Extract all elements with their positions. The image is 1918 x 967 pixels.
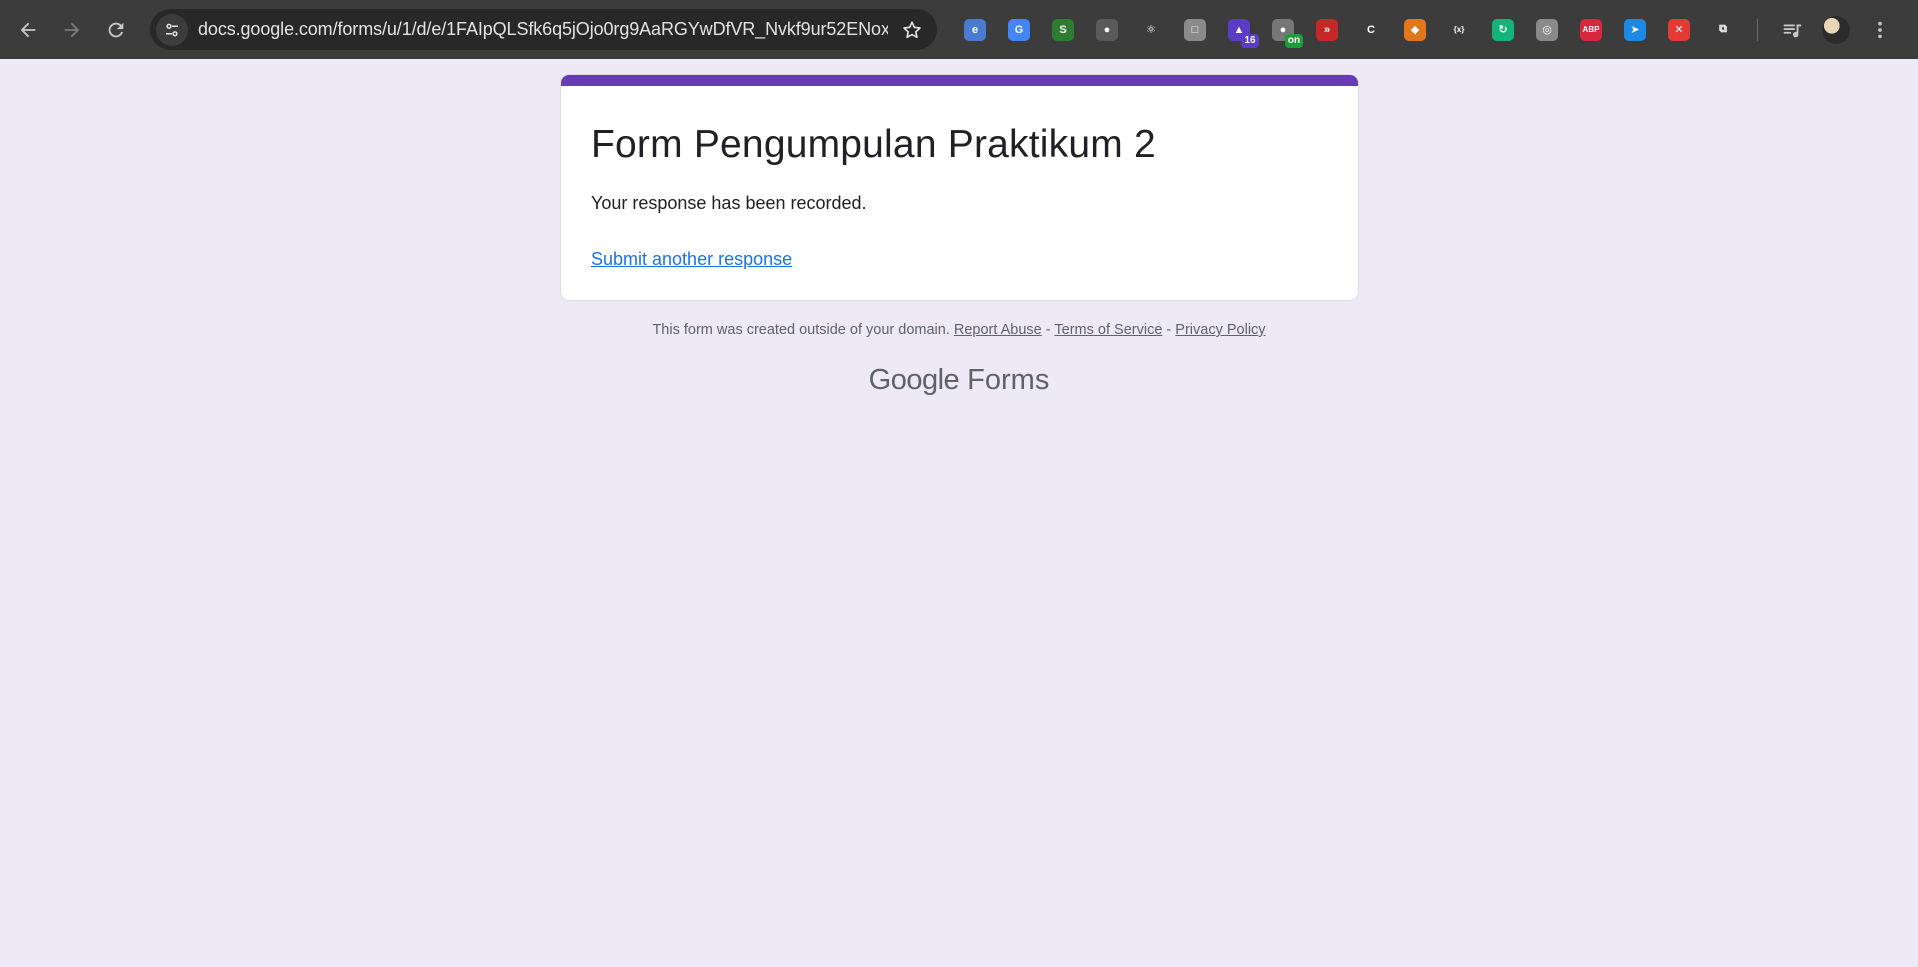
browser-menu-button[interactable] — [1858, 8, 1902, 52]
extension-green-refresh-icon: ↻ — [1492, 18, 1514, 41]
extension-toggle-button[interactable]: ● on — [1261, 8, 1305, 52]
puzzle-piece-icon: ⧉ — [1712, 18, 1734, 41]
extension-red-forward-button[interactable]: » — [1305, 8, 1349, 52]
extension-spy-icon: ● — [1096, 18, 1118, 41]
bookmark-star-button[interactable] — [899, 17, 925, 43]
extensions-bar: e G S ● ⚛ □ ▲ 16 ● on » C ◆ {x} ↻ ◎ ABP ➤ ✕ ⧉ — [953, 0, 1902, 59]
avatar — [1822, 15, 1850, 44]
media-controls-button[interactable] — [1770, 8, 1814, 52]
globe-icon: ◎ — [1536, 18, 1558, 41]
google-translate-icon: G — [1008, 18, 1030, 41]
more-vert-icon — [1878, 21, 1882, 38]
queue-music-icon — [1783, 24, 1802, 37]
forms-wordmark: Forms — [967, 364, 1050, 396]
extension-badge: 16 — [1241, 33, 1259, 48]
google-translate-button[interactable]: G — [997, 8, 1041, 52]
extension-blue-share-icon: ➤ — [1624, 18, 1646, 41]
globe-button[interactable]: ◎ — [1525, 8, 1569, 52]
extension-green-swirl-button[interactable]: S — [1041, 8, 1085, 52]
extension-gray-card-button[interactable]: □ — [1173, 8, 1217, 52]
reload-icon — [108, 22, 124, 37]
extension-e-button[interactable]: e — [953, 8, 997, 52]
extension-red-block-icon: ✕ — [1668, 18, 1690, 41]
tune-icon — [166, 23, 178, 36]
arrow-left-icon — [20, 22, 36, 37]
adblock-plus-icon: ABP — [1580, 18, 1602, 41]
extension-badge: on — [1285, 33, 1303, 48]
forward-button[interactable] — [50, 8, 94, 52]
react-devtools-button[interactable]: ⚛ — [1129, 8, 1173, 52]
toolbar-divider — [1757, 18, 1758, 41]
star-icon — [903, 21, 921, 39]
extension-blue-share-button[interactable]: ➤ — [1613, 8, 1657, 52]
footer-note: This form was created outside of your do… — [0, 322, 1918, 338]
card-accent-bar — [561, 75, 1358, 86]
reload-button[interactable] — [94, 8, 138, 52]
extension-c-button[interactable]: C — [1349, 8, 1393, 52]
domain-note: This form was created outside of your do… — [652, 322, 950, 338]
confirmation-card: Form Pengumpulan Praktikum 2 Your respon… — [560, 74, 1359, 301]
extension-green-swirl-icon: S — [1052, 18, 1074, 41]
extension-green-refresh-button[interactable]: ↻ — [1481, 8, 1525, 52]
extension-spy-button[interactable]: ● — [1085, 8, 1129, 52]
url-text[interactable]: docs.google.com/forms/u/1/d/e/1FAIpQLSfk… — [198, 19, 888, 40]
browser-toolbar: docs.google.com/forms/u/1/d/e/1FAIpQLSfk… — [0, 0, 1918, 59]
react-devtools-icon: ⚛ — [1140, 18, 1162, 41]
metamask-fox-icon: ◆ — [1404, 18, 1426, 41]
confirmation-message: Your response has been recorded. — [591, 193, 867, 213]
submit-another-response-link[interactable]: Submit another response — [591, 249, 792, 270]
arrow-right-icon — [64, 22, 80, 37]
terms-of-service-link[interactable]: Terms of Service — [1054, 322, 1162, 338]
back-button[interactable] — [6, 8, 50, 52]
privacy-policy-link[interactable]: Privacy Policy — [1175, 322, 1265, 338]
site-info-button[interactable] — [156, 13, 188, 46]
metamask-fox-button[interactable]: ◆ — [1393, 8, 1437, 52]
extension-c-icon: C — [1360, 18, 1382, 41]
form-title: Form Pengumpulan Praktikum 2 — [591, 123, 1156, 166]
extension-braces-button[interactable]: {x} — [1437, 8, 1481, 52]
footer-separator: - — [1045, 322, 1051, 338]
extension-e-icon: e — [964, 18, 986, 41]
extension-braces-icon: {x} — [1448, 18, 1470, 41]
footer-separator: - — [1166, 322, 1172, 338]
google-wordmark: Google — [868, 364, 960, 396]
extension-red-block-button[interactable]: ✕ — [1657, 8, 1701, 52]
puzzle-piece-button[interactable]: ⧉ — [1701, 8, 1745, 52]
extension-purple-button[interactable]: ▲ 16 — [1217, 8, 1261, 52]
extension-gray-card-icon: □ — [1184, 18, 1206, 41]
adblock-plus-button[interactable]: ABP — [1569, 8, 1613, 52]
report-abuse-link[interactable]: Report Abuse — [954, 322, 1042, 338]
extension-red-forward-icon: » — [1316, 18, 1338, 41]
google-forms-logo[interactable]: Google Forms — [0, 364, 1918, 397]
address-bar[interactable]: docs.google.com/forms/u/1/d/e/1FAIpQLSfk… — [150, 9, 937, 50]
profile-button[interactable] — [1814, 8, 1858, 52]
